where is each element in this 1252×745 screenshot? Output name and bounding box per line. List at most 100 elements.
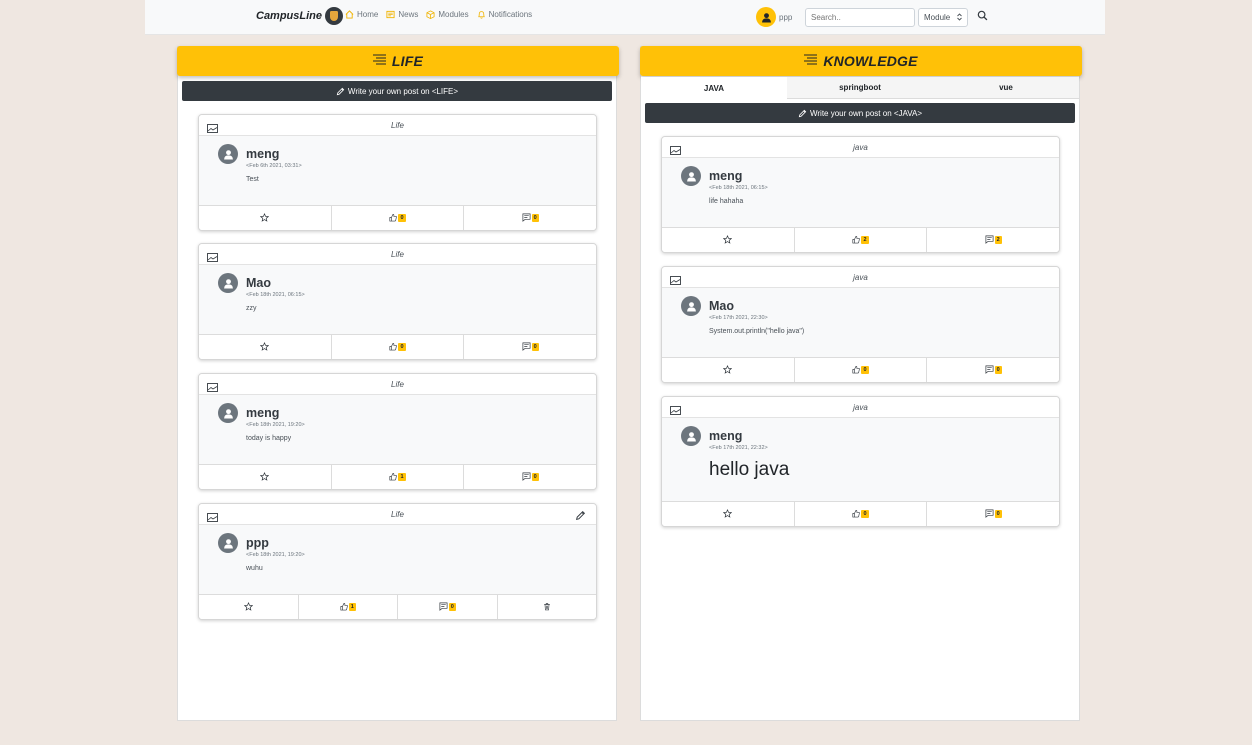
- avatar-icon: [218, 273, 238, 293]
- comment-button[interactable]: 0: [464, 465, 596, 489]
- comment-count: 0: [448, 603, 456, 611]
- write-post-life-label: Write your own post on <LIFE>: [347, 86, 459, 96]
- post-module: java: [853, 403, 868, 412]
- nav-notifications-label: Notifications: [488, 10, 533, 19]
- knowledge-panel-title: KNOWLEDGE: [823, 53, 918, 69]
- comment-icon: [522, 338, 531, 356]
- favorite-button[interactable]: [199, 206, 332, 230]
- favorite-button[interactable]: [199, 465, 332, 489]
- nav-home[interactable]: Home: [345, 10, 378, 19]
- post-author: Mao: [246, 276, 271, 290]
- like-button[interactable]: 2: [795, 228, 928, 252]
- like-button[interactable]: 1: [332, 465, 465, 489]
- post-actions: 0 0: [199, 205, 596, 230]
- star-icon: [260, 338, 270, 356]
- like-count: 0: [398, 214, 406, 222]
- comment-icon: [985, 231, 994, 249]
- post-card: Life meng <Feb 18th 2021, 19:20> today i…: [198, 373, 597, 490]
- post-card: Life Mao <Feb 18th 2021, 06:15> zzy 0 0: [198, 243, 597, 360]
- thumbs-up-icon: [389, 468, 398, 486]
- comment-button[interactable]: 2: [927, 228, 1059, 252]
- search-button[interactable]: [975, 10, 989, 24]
- thumbs-up-icon: [852, 505, 861, 523]
- pencil-icon: [798, 109, 807, 118]
- write-post-java-label: Write your own post on <JAVA>: [809, 108, 923, 118]
- favorite-button[interactable]: [662, 358, 795, 382]
- nav-news[interactable]: News: [386, 10, 418, 19]
- like-count: 1: [398, 473, 406, 481]
- search-input[interactable]: [805, 8, 915, 27]
- post-actions: 0 0: [662, 501, 1059, 526]
- menu-lines-icon: [804, 52, 818, 70]
- comment-count: 0: [994, 366, 1002, 374]
- star-icon: [243, 598, 253, 616]
- nav-notifications[interactable]: Notifications: [477, 10, 533, 19]
- like-count: 1: [348, 603, 356, 611]
- newspaper-icon: [386, 10, 395, 19]
- tab-java[interactable]: JAVA: [641, 77, 787, 99]
- post-card: Life ppp <Feb 18th 2021, 19:20> wuhu 1 0: [198, 503, 597, 620]
- post-author: Mao: [709, 299, 734, 313]
- like-button[interactable]: 0: [332, 206, 465, 230]
- post-author: meng: [709, 429, 743, 443]
- like-count: 2: [861, 236, 869, 244]
- like-button[interactable]: 0: [795, 502, 928, 526]
- like-button[interactable]: 0: [795, 358, 928, 382]
- post-module: java: [853, 143, 868, 152]
- post-actions: 1 0: [199, 464, 596, 489]
- comment-button[interactable]: 0: [927, 502, 1059, 526]
- knowledge-panel: KNOWLEDGE JAVA springboot vue Write your…: [640, 46, 1082, 721]
- post-card: java meng <Feb 17th 2021, 22:32> hello j…: [661, 396, 1060, 527]
- comment-button[interactable]: 0: [464, 335, 596, 359]
- favorite-button[interactable]: [199, 595, 299, 619]
- module-select[interactable]: Module: [918, 8, 968, 27]
- post-date: <Feb 18th 2021, 19:20>: [246, 422, 305, 428]
- comment-icon: [522, 209, 531, 227]
- post-content: System.out.println("hello java"): [709, 328, 805, 335]
- comment-icon: [439, 598, 448, 616]
- post-card: java meng <Feb 18th 2021, 06:15> life ha…: [661, 136, 1060, 253]
- post-content: life hahaha: [709, 198, 744, 205]
- avatar-icon: [218, 403, 238, 423]
- comment-button[interactable]: 0: [398, 595, 498, 619]
- write-post-java-button[interactable]: Write your own post on <JAVA>: [645, 103, 1075, 123]
- post-content: wuhu: [246, 565, 263, 572]
- post-module: Life: [391, 380, 404, 389]
- user-menu[interactable]: ppp: [756, 7, 792, 27]
- post-actions: 0 0: [662, 357, 1059, 382]
- favorite-button[interactable]: [199, 335, 332, 359]
- post-author: meng: [246, 147, 280, 161]
- life-panel: LIFE Write your own post on <LIFE> Life …: [177, 46, 619, 721]
- delete-post-button[interactable]: [498, 595, 597, 619]
- edit-post-button[interactable]: [575, 508, 586, 526]
- post-module: Life: [391, 121, 404, 130]
- box-icon: [426, 10, 435, 19]
- select-arrows-icon: [957, 12, 962, 23]
- tab-vue[interactable]: vue: [933, 77, 1079, 99]
- post-date: <Feb 18th 2021, 06:15>: [709, 185, 768, 191]
- pencil-icon: [336, 87, 345, 96]
- post-author: meng: [709, 169, 743, 183]
- comment-button[interactable]: 0: [927, 358, 1059, 382]
- brand[interactable]: CampusLine: [256, 7, 344, 25]
- nav-links: Home News Modules Notifications: [345, 10, 540, 19]
- tab-springboot[interactable]: springboot: [787, 77, 933, 99]
- star-icon: [260, 209, 270, 227]
- like-button[interactable]: 0: [332, 335, 465, 359]
- nav-modules[interactable]: Modules: [426, 10, 469, 19]
- post-module: Life: [391, 250, 404, 259]
- favorite-button[interactable]: [662, 228, 795, 252]
- comment-button[interactable]: 0: [464, 206, 596, 230]
- post-header: java: [662, 267, 1059, 288]
- post-content: today is happy: [246, 435, 292, 442]
- knowledge-tabs: JAVA springboot vue: [641, 77, 1079, 99]
- like-button[interactable]: 1: [299, 595, 398, 619]
- avatar-icon: [681, 166, 701, 186]
- comment-count: 0: [531, 214, 539, 222]
- favorite-button[interactable]: [662, 502, 795, 526]
- avatar-icon: [218, 144, 238, 164]
- thumbs-up-icon: [389, 338, 398, 356]
- write-post-life-button[interactable]: Write your own post on <LIFE>: [182, 81, 612, 101]
- thumbs-up-icon: [852, 361, 861, 379]
- brand-name[interactable]: CampusLine: [256, 10, 322, 22]
